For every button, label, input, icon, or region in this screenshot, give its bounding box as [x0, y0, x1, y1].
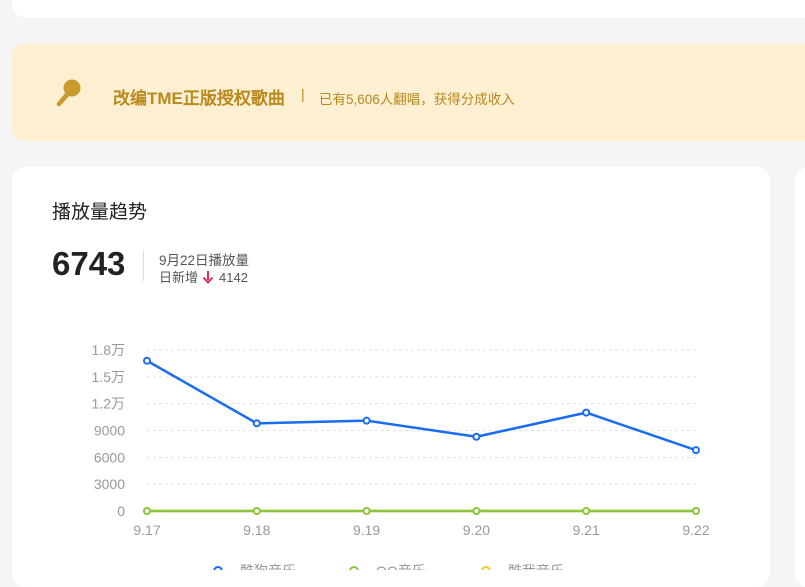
play-trend-chart: 0 3000 6000 9000 1.2万 1.5万 1.8万 9.17 9.18 9.19 9.… [92, 342, 710, 570]
legend-label: 酷狗音乐 [240, 563, 296, 570]
legend-label: 酷我音乐 [508, 563, 564, 570]
data-point [472, 432, 481, 441]
x-tick-label: 9.20 [463, 522, 490, 538]
y-tick-label: 6000 [94, 449, 125, 465]
data-point [692, 446, 700, 455]
data-point [362, 507, 371, 515]
data-point [362, 416, 371, 425]
data-point [692, 507, 700, 515]
data-point [582, 507, 591, 515]
x-tick-label: 9.19 [353, 522, 380, 538]
data-point [143, 507, 151, 515]
legend-label: QQ音乐 [376, 563, 426, 570]
data-point [472, 507, 481, 515]
y-tick-label: 9000 [94, 423, 125, 439]
x-tick-label: 9.17 [133, 522, 160, 538]
series-line [146, 359, 697, 452]
x-tick-label: 9.21 [573, 522, 600, 538]
data-point [582, 408, 591, 417]
x-tick-label: 9.18 [243, 522, 270, 538]
y-tick-label: 1.8万 [92, 342, 125, 358]
data-point [143, 356, 151, 365]
data-point [252, 507, 261, 515]
y-tick-label: 3000 [94, 476, 125, 492]
y-tick-label: 0 [117, 503, 125, 519]
y-tick-label: 1.5万 [92, 369, 125, 385]
data-point [252, 419, 261, 428]
x-tick-label: 9.22 [682, 522, 709, 538]
y-tick-label: 1.2万 [92, 396, 125, 412]
